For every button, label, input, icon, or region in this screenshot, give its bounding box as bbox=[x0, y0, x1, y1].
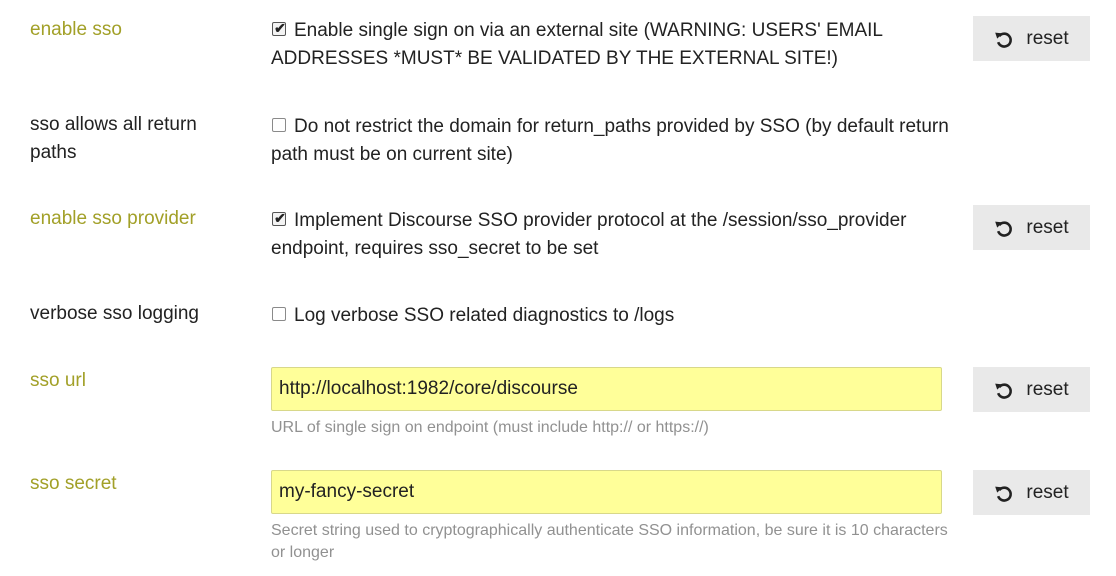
setting-label: enable sso bbox=[30, 19, 122, 40]
setting-label: enable sso provider bbox=[30, 208, 196, 229]
setting-label: verbose sso logging bbox=[30, 303, 199, 324]
undo-icon bbox=[995, 220, 1013, 237]
setting-checkbox-row: ✔ Implement Discourse SSO provider protoc… bbox=[271, 207, 951, 263]
setting-checkbox-row: Log verbose SSO related diagnostics to /… bbox=[271, 302, 951, 330]
sso-allows-all-return-paths-checkbox[interactable] bbox=[272, 118, 286, 132]
checkmark-icon: ✔ bbox=[274, 20, 286, 36]
reset-label: reset bbox=[1026, 481, 1069, 503]
undo-icon bbox=[995, 382, 1013, 399]
sso-url-input[interactable] bbox=[271, 367, 942, 411]
reset-button[interactable]: reset bbox=[973, 470, 1090, 515]
undo-icon bbox=[995, 485, 1013, 502]
setting-checkbox-row: ✔ Enable single sign on via an external s… bbox=[271, 17, 951, 73]
setting-label: sso url bbox=[30, 370, 86, 391]
setting-label: sso secret bbox=[30, 473, 117, 494]
verbose-sso-logging-checkbox[interactable] bbox=[272, 307, 286, 321]
undo-icon bbox=[995, 31, 1013, 48]
setting-help-text: Secret string used to cryptographically … bbox=[271, 522, 948, 561]
reset-label: reset bbox=[1026, 27, 1069, 49]
setting-description: Enable single sign on via an external si… bbox=[271, 20, 883, 69]
setting-label: sso allows all return paths bbox=[30, 114, 197, 163]
reset-button[interactable]: reset bbox=[973, 367, 1090, 412]
enable-sso-checkbox[interactable]: ✔ bbox=[272, 20, 286, 36]
setting-description: Log verbose SSO related diagnostics to /… bbox=[294, 305, 675, 326]
setting-checkbox-row: Do not restrict the domain for return_pa… bbox=[271, 113, 951, 169]
reset-label: reset bbox=[1026, 378, 1069, 400]
reset-label: reset bbox=[1026, 216, 1069, 238]
setting-description: Do not restrict the domain for return_pa… bbox=[271, 116, 949, 165]
setting-help-text: URL of single sign on endpoint (must inc… bbox=[271, 419, 709, 436]
sso-secret-input[interactable] bbox=[271, 470, 942, 514]
enable-sso-provider-checkbox[interactable]: ✔ bbox=[272, 210, 286, 226]
reset-button[interactable]: reset bbox=[973, 16, 1090, 61]
reset-button[interactable]: reset bbox=[973, 205, 1090, 250]
checkmark-icon: ✔ bbox=[274, 210, 286, 226]
setting-description: Implement Discourse SSO provider protoco… bbox=[271, 210, 907, 259]
